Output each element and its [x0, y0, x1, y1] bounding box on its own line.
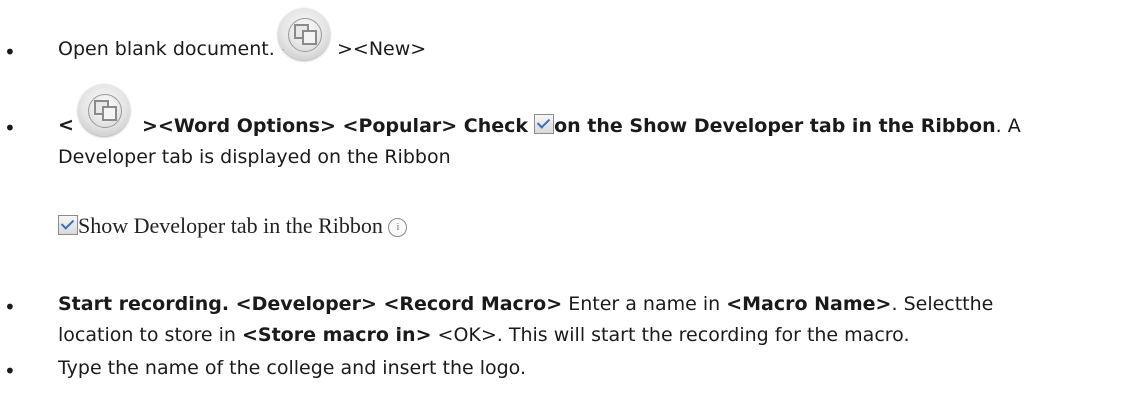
bullet: • — [4, 116, 16, 140]
list-item-text: Developer tab is displayed on the Ribbon — [58, 146, 451, 168]
list-item-text: . Selectthe — [891, 293, 994, 315]
list-item-text: <Macro Name> — [726, 293, 892, 315]
list-item-text: Type the name of the college and insert … — [58, 357, 527, 379]
list-item-text: ><Word Options> <Popular> Check — [142, 115, 529, 137]
bullet: • — [4, 295, 16, 319]
list-item-text: Enter a name in — [562, 293, 727, 315]
list-item-word-options: ><Word Options> <Popular> Check on the S… — [142, 114, 1021, 137]
list-item-type-college: Type the name of the college and insert … — [58, 357, 526, 379]
list-item-developer-tab-note: Developer tab is displayed on the Ribbon — [58, 146, 451, 168]
list-item-start-recording-cont: location to store in <Store macro in> <O… — [58, 324, 910, 346]
list-item-start-recording: Start recording. <Developer> <Record Mac… — [58, 293, 993, 315]
checkbox-icon[interactable] — [58, 215, 78, 235]
info-icon: i — [388, 218, 408, 237]
bullet: • — [4, 359, 16, 383]
office-button-icon[interactable] — [266, 2, 342, 64]
list-item-text: . A — [995, 115, 1021, 137]
list-item-open-blank-tail: ><New> — [337, 38, 426, 60]
office-button-icon[interactable] — [66, 78, 142, 140]
list-item-text: ><New> — [337, 38, 427, 60]
list-item-text: location to store in — [58, 324, 242, 346]
bullet: • — [4, 40, 16, 64]
list-item-open-blank: Open blank document. < — [58, 38, 297, 60]
checkbox-icon — [534, 114, 555, 134]
list-item-text: <Store macro in> — [242, 324, 432, 346]
list-item-text: Open blank document. < — [58, 38, 297, 60]
list-item-text: on the Show Developer tab in the Ribbon — [554, 115, 996, 137]
checkbox-label: Show Developer tab in the Ribbon — [78, 213, 383, 238]
show-developer-checkbox[interactable]: Show Developer tab in the Ribbon i — [58, 213, 408, 239]
list-item-text: Start recording. <Developer> <Record Mac… — [58, 293, 563, 315]
list-item-text: <OK>. This will start the recording for … — [431, 324, 910, 346]
